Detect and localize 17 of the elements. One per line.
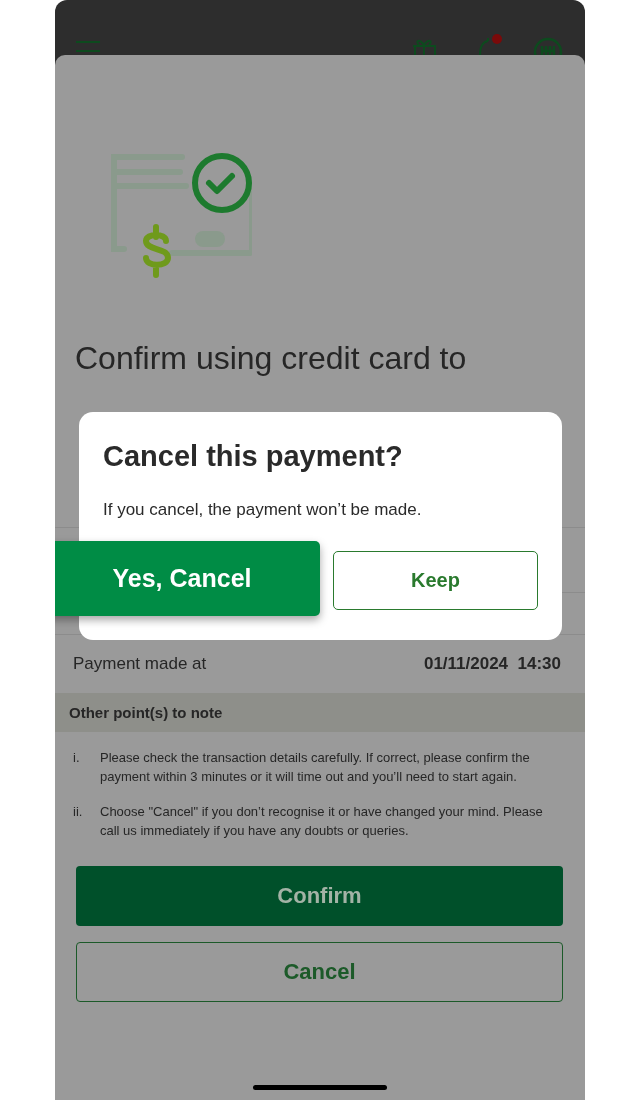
gift-icon[interactable] — [411, 39, 437, 55]
note-text: Please check the transaction details carefully. If correct, please confirm the payment within 3 minutes or it will time out and you’ll need to start again. — [100, 749, 531, 786]
confirm-button[interactable]: Confirm — [76, 866, 563, 926]
yes-cancel-button[interactable]: Yes, Cancel — [55, 541, 320, 616]
detail-label: Payment made at — [73, 654, 207, 674]
menu-icon[interactable] — [75, 40, 101, 52]
logo-icon[interactable] — [533, 37, 563, 55]
keep-button[interactable]: Keep — [333, 551, 538, 610]
page-heading: Confirm using credit card to — [75, 339, 468, 378]
notes-header: Other point(s) to note — [55, 693, 585, 732]
dialog-title: Cancel this payment? — [103, 440, 404, 473]
cancel-button[interactable]: Cancel — [76, 942, 563, 1002]
detail-value: 01/11/2024 14:30 — [423, 654, 561, 674]
list-marker: ii. — [73, 803, 84, 821]
note-text: Choose "Cancel" if you don’t recognise it or have changed your mind. Please call us immediately if you have any doubts or queries. — [100, 803, 544, 840]
dialog-message: If you cancel, the payment won’t be made. — [103, 500, 423, 520]
list-marker: i. — [73, 749, 81, 767]
